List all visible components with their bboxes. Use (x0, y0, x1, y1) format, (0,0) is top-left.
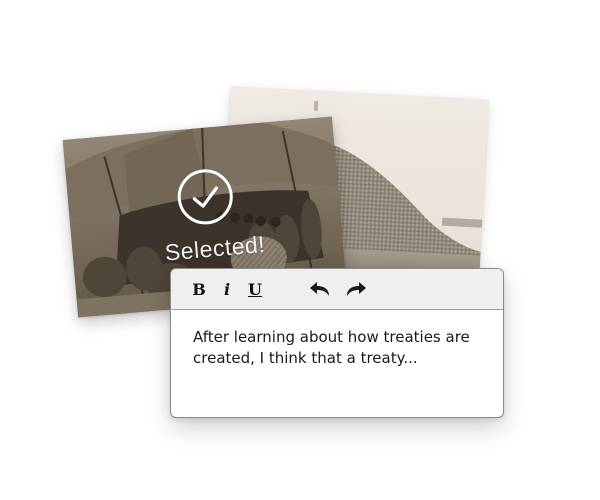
stage: Selected! B i U After learning about how… (0, 0, 600, 500)
response-editor[interactable]: B i U After learning about how treaties … (170, 268, 504, 418)
selected-label: Selected! (163, 230, 267, 266)
underline-button[interactable]: U (247, 278, 263, 300)
undo-button[interactable] (309, 278, 331, 300)
editor-toolbar: B i U (171, 269, 503, 310)
undo-arrow-icon (310, 282, 329, 296)
bold-button[interactable]: B (191, 278, 207, 300)
redo-arrow-icon (347, 282, 366, 296)
redo-button[interactable] (345, 278, 367, 300)
italic-button[interactable]: i (221, 278, 233, 300)
check-circle-icon (177, 169, 233, 225)
editor-text-area[interactable]: After learning about how treaties are cr… (193, 327, 485, 369)
